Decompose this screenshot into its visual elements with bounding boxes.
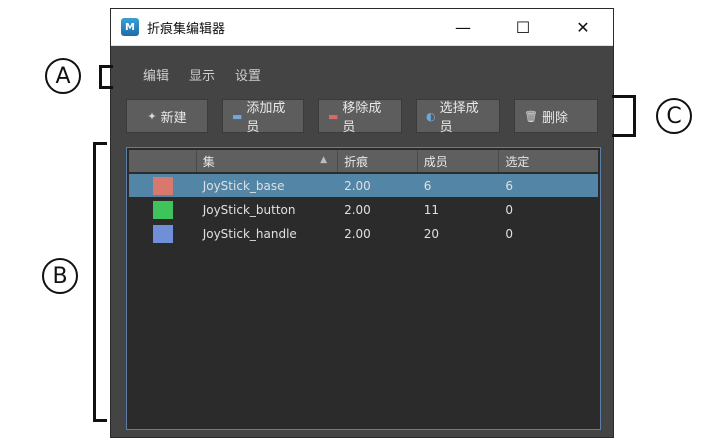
color-cell[interactable] (129, 224, 197, 243)
table-row[interactable]: JoyStick_button 2.00 11 0 (129, 198, 598, 221)
selected-cell: 6 (505, 178, 514, 193)
selected-cell: 0 (505, 202, 514, 217)
title-bar: M 折痕集编辑器 — ☐ ✕ (111, 9, 613, 46)
column-header-color[interactable] (129, 150, 197, 172)
menu-display[interactable]: 显示 (189, 65, 215, 84)
set-name-cell: JoyStick_button (202, 202, 296, 217)
set-name-cell: JoyStick_handle (202, 226, 297, 241)
menu-bar-bracket (99, 65, 113, 89)
remove-members-label: 移除成员 (342, 101, 382, 135)
window-title: 折痕集编辑器 (147, 21, 226, 37)
delete-button-label: 删除 (541, 110, 568, 126)
crease-set-table: 集 ▲ 折痕 成员 选定 JoyStick_base 2.00 6 6 JoyS… (126, 147, 601, 430)
color-swatch[interactable] (152, 224, 173, 243)
set-name-cell: JoyStick_base (202, 178, 285, 193)
crease-cell: 2.00 (344, 202, 371, 217)
column-header-members[interactable]: 成员 (418, 150, 500, 172)
close-icon[interactable]: ✕ (553, 9, 613, 45)
column-header-set[interactable]: 集 ▲ (197, 150, 339, 172)
add-members-label: 添加成员 (246, 101, 286, 135)
new-button[interactable]: ✦ 新建 (126, 99, 208, 133)
sort-ascending-icon: ▲ (320, 155, 328, 165)
menu-settings[interactable]: 设置 (235, 65, 261, 84)
members-cell: 6 (423, 178, 432, 193)
new-set-icon: ✦ (147, 109, 157, 123)
toolbar-bracket (612, 95, 636, 137)
column-header-set-label: 集 (202, 154, 215, 169)
column-header-selected[interactable]: 选定 (499, 150, 598, 172)
annotation-c: C (656, 98, 692, 134)
window-controls: — ☐ ✕ (433, 9, 613, 45)
toolbar: ✦ 新建 ▬ 添加成员 ▬ 移除成员 ◐ 选择成员 🗑 删除 (126, 99, 598, 135)
menu-bar: 编辑 显示 设置 (111, 61, 261, 87)
menu-edit[interactable]: 编辑 (143, 65, 169, 84)
table-row[interactable]: JoyStick_handle 2.00 20 0 (129, 222, 598, 245)
trash-icon: 🗑 (524, 109, 538, 123)
select-members-icon: ◐ (426, 109, 436, 123)
delete-button[interactable]: 🗑 删除 (514, 99, 598, 133)
maya-app-icon: M (121, 18, 139, 36)
remove-members-button[interactable]: ▬ 移除成员 (318, 99, 402, 135)
table-row[interactable]: JoyStick_base 2.00 6 6 (129, 174, 598, 197)
select-members-label: 选择成员 (439, 101, 479, 135)
table-bracket (93, 142, 107, 422)
remove-members-icon: ▬ (328, 109, 339, 123)
table-header: 集 ▲ 折痕 成员 选定 (129, 150, 598, 172)
new-button-label: 新建 (160, 110, 187, 126)
column-header-crease[interactable]: 折痕 (338, 150, 418, 172)
members-cell: 11 (423, 202, 440, 217)
crease-cell: 2.00 (344, 226, 371, 241)
color-swatch[interactable] (152, 176, 173, 195)
minimize-icon[interactable]: — (433, 9, 493, 45)
select-members-button[interactable]: ◐ 选择成员 (416, 99, 500, 135)
color-cell[interactable] (129, 200, 197, 219)
crease-set-editor-window: M 折痕集编辑器 — ☐ ✕ 编辑 显示 设置 ✦ 新建 ▬ 添加成员 ▬ 移除… (110, 8, 614, 438)
annotation-b: B (42, 258, 78, 294)
color-cell[interactable] (129, 176, 197, 195)
maximize-icon[interactable]: ☐ (493, 9, 553, 45)
selected-cell: 0 (505, 226, 514, 241)
annotation-a: A (45, 58, 81, 94)
crease-cell: 2.00 (344, 178, 371, 193)
members-cell: 20 (423, 226, 440, 241)
add-members-icon: ▬ (232, 109, 243, 123)
add-members-button[interactable]: ▬ 添加成员 (222, 99, 304, 135)
color-swatch[interactable] (152, 200, 173, 219)
